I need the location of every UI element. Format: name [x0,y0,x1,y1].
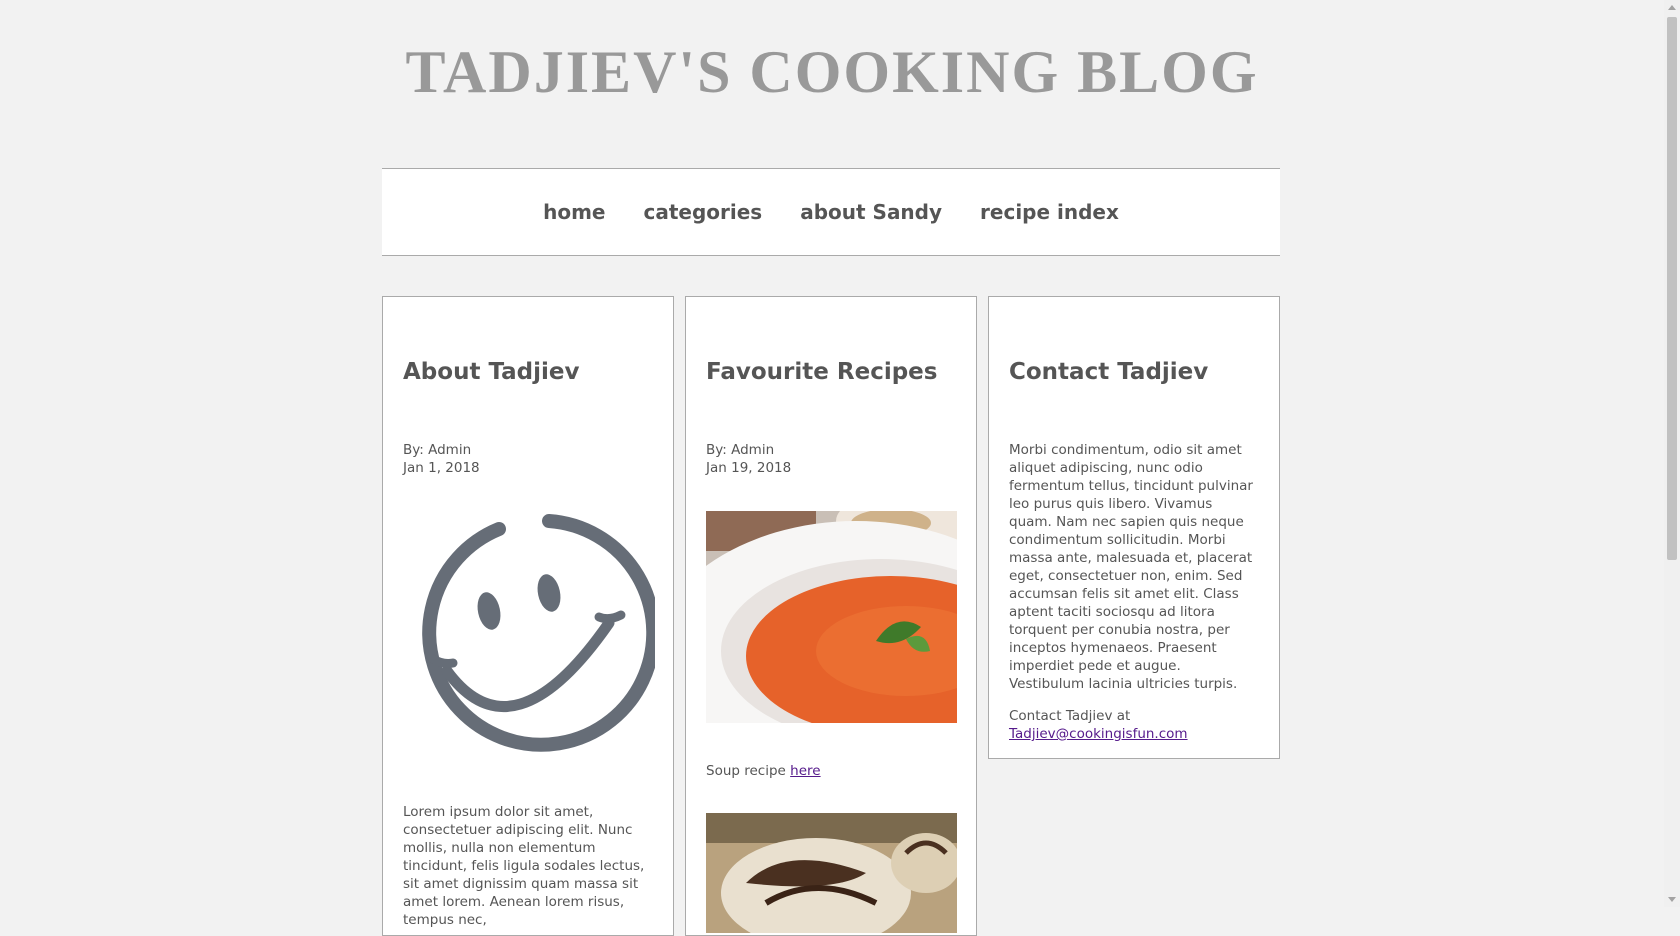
recipes-heading: Favourite Recipes [706,359,938,385]
nav-item-categories[interactable]: categories [643,200,762,224]
post-author: By: Admin [706,442,775,458]
post-date: Jan 19, 2018 [706,460,792,476]
contact-text: Morbi condimentum, odio sit amet aliquet… [1009,442,1253,692]
dessert-photo [706,813,957,933]
about-column: About Tadjiev By: Admin Jan 1, 2018 Lore… [382,296,674,936]
contact-email-link[interactable]: Tadjiev@cookingisfun.com [1009,726,1188,742]
nav-item-home[interactable]: home [543,200,605,224]
nav-item-about-sandy[interactable]: about Sandy [800,200,942,224]
contact-label: Contact Tadjiev at [1009,708,1131,724]
soup-recipe-link[interactable]: here [790,763,820,779]
about-heading: About Tadjiev [403,359,580,385]
soup-recipe-line: Soup recipe here [706,763,956,779]
main-nav: home categories about Sandy recipe index [382,168,1280,256]
scroll-down-icon[interactable] [1668,897,1676,902]
post-author: By: Admin [403,442,472,458]
contact-heading: Contact Tadjiev [1009,359,1209,385]
scroll-up-icon[interactable] [1668,5,1676,10]
smiley-face-icon [422,514,655,752]
site-title: TADJIEV'S COOKING BLOG [405,39,1259,105]
contact-column: Contact Tadjiev Morbi condimentum, odio … [988,296,1280,759]
post-meta: By: Admin Jan 19, 2018 [706,441,956,477]
soup-recipe-label: Soup recipe [706,763,791,779]
nav-item-recipe-index[interactable]: recipe index [980,200,1119,224]
contact-info: Contact Tadjiev at Tadjiev@cookingisfun.… [1009,707,1259,743]
vertical-scrollbar[interactable] [1664,0,1680,907]
tomato-soup-photo [706,511,957,723]
about-text: Lorem ipsum dolor sit amet, consectetuer… [403,804,645,928]
post-meta: By: Admin Jan 1, 2018 [403,441,653,477]
post-date: Jan 1, 2018 [403,460,480,476]
scroll-thumb[interactable] [1667,17,1677,560]
recipes-column: Favourite Recipes By: Admin Jan 19, 2018… [685,296,977,936]
